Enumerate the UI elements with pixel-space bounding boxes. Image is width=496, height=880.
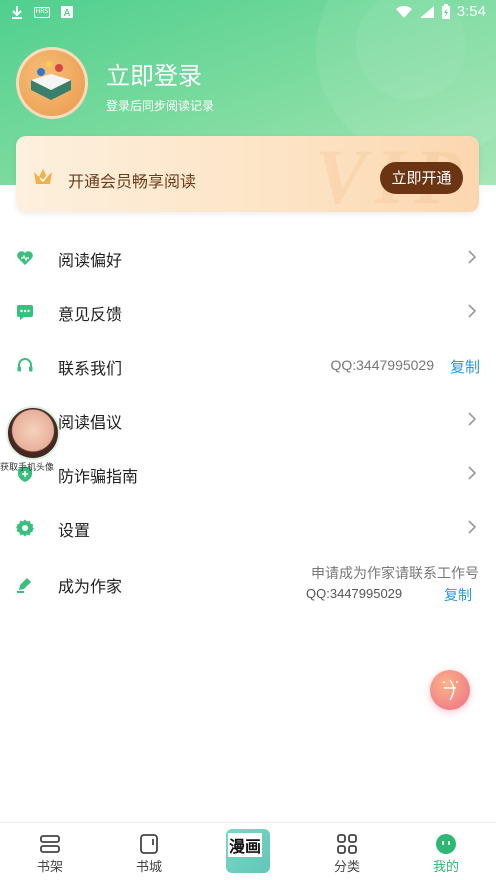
menu-label: 成为作家 <box>58 577 123 596</box>
login-subtitle: 登录后同步阅读记录 <box>106 99 215 113</box>
profile-icon <box>436 834 456 854</box>
menu-label: 意见反馈 <box>58 305 123 324</box>
chevron-right-icon <box>468 304 476 318</box>
heart-icon <box>17 251 33 265</box>
copy-qq-button[interactable]: 复制 <box>450 356 480 377</box>
writer-hint: 申请成为作家请联系工作号 <box>311 566 479 582</box>
bottom-tab-bar: 书架 书城 漫画 分类 我的 <box>0 822 496 880</box>
floating-ball-button[interactable] <box>430 670 470 710</box>
crown-icon <box>34 169 52 184</box>
menu-label: 防诈骗指南 <box>58 467 139 486</box>
tab-profile[interactable]: 我的 <box>416 823 476 880</box>
menu-label: 阅读偏好 <box>58 251 123 270</box>
tab-bookshelf[interactable]: 书架 <box>20 823 80 880</box>
hrs-box-icon: HRS <box>34 6 50 18</box>
menu-item-become-writer[interactable]: 成为作家 申请成为作家请联系工作号 QQ:3447995029 复制 <box>0 555 496 611</box>
menu-item-contact-us[interactable]: 联系我们 QQ:3447995029 复制 <box>0 339 496 393</box>
tab-bookstore[interactable]: 书城 <box>119 823 179 880</box>
battery-icon <box>441 3 450 19</box>
headset-icon <box>17 358 33 372</box>
status-bar: HRS A 3:54 <box>0 0 496 26</box>
menu-list: 阅读偏好 意见反馈 联系我们 QQ:3447995029 复制 阅读倡议 防诈骗… <box>0 231 496 611</box>
tab-comic[interactable]: 漫画 <box>226 829 270 873</box>
chat-icon <box>17 305 33 320</box>
bookshelf-icon <box>40 835 60 853</box>
chevron-right-icon <box>468 520 476 534</box>
gear-icon <box>16 519 34 537</box>
tab-category[interactable]: 分类 <box>317 823 377 880</box>
clock: 3:54 <box>456 3 486 20</box>
menu-label: 设置 <box>58 521 91 540</box>
tab-label: 书架 <box>36 860 63 875</box>
avatar[interactable] <box>16 47 88 119</box>
menu-label: 阅读倡议 <box>58 413 123 432</box>
copy-writer-qq-button[interactable]: 复制 <box>444 585 472 605</box>
menu-item-reading-preference[interactable]: 阅读偏好 <box>0 231 496 285</box>
menu-item-feedback[interactable]: 意见反馈 <box>0 285 496 339</box>
status-left: HRS A <box>10 5 74 19</box>
chevron-right-icon <box>468 412 476 426</box>
a-icon: A <box>61 6 73 19</box>
login-title[interactable]: 立即登录 <box>106 56 202 91</box>
menu-item-settings[interactable]: 设置 <box>0 501 496 555</box>
book-illustration-icon <box>31 61 71 100</box>
vip-card[interactable]: VIP 开通会员畅享阅读 立即开通 <box>16 136 479 212</box>
sparkle-icon <box>443 679 458 701</box>
comic-icon-label: 漫画 <box>228 833 263 857</box>
signal-icon <box>419 5 434 18</box>
menu-label: 联系我们 <box>58 359 123 378</box>
vip-text: 开通会员畅享阅读 <box>68 172 197 191</box>
floating-widget-caption[interactable]: 获取手机头像 <box>0 460 64 473</box>
wifi-icon <box>395 5 412 18</box>
pen-icon <box>17 578 31 593</box>
tab-label: 我的 <box>432 860 459 875</box>
menu-item-anti-fraud[interactable]: 防诈骗指南 <box>0 447 496 501</box>
vip-open-button[interactable]: 立即开通 <box>380 162 463 194</box>
svg-text:A: A <box>63 8 70 19</box>
floating-avatar-widget[interactable] <box>6 406 60 460</box>
grid-icon <box>337 834 357 854</box>
menu-item-reading-initiative[interactable]: 阅读倡议 <box>0 393 496 447</box>
writer-qq: QQ:3447995029 <box>306 586 403 601</box>
download-icon <box>12 6 22 19</box>
tab-label: 分类 <box>333 860 360 875</box>
status-right: 3:54 <box>395 3 486 20</box>
bookstore-icon <box>140 834 158 854</box>
contact-qq: QQ:3447995029 <box>330 357 434 373</box>
tab-label: 书城 <box>135 860 162 875</box>
chevron-right-icon <box>468 466 476 480</box>
chevron-right-icon <box>468 250 476 264</box>
